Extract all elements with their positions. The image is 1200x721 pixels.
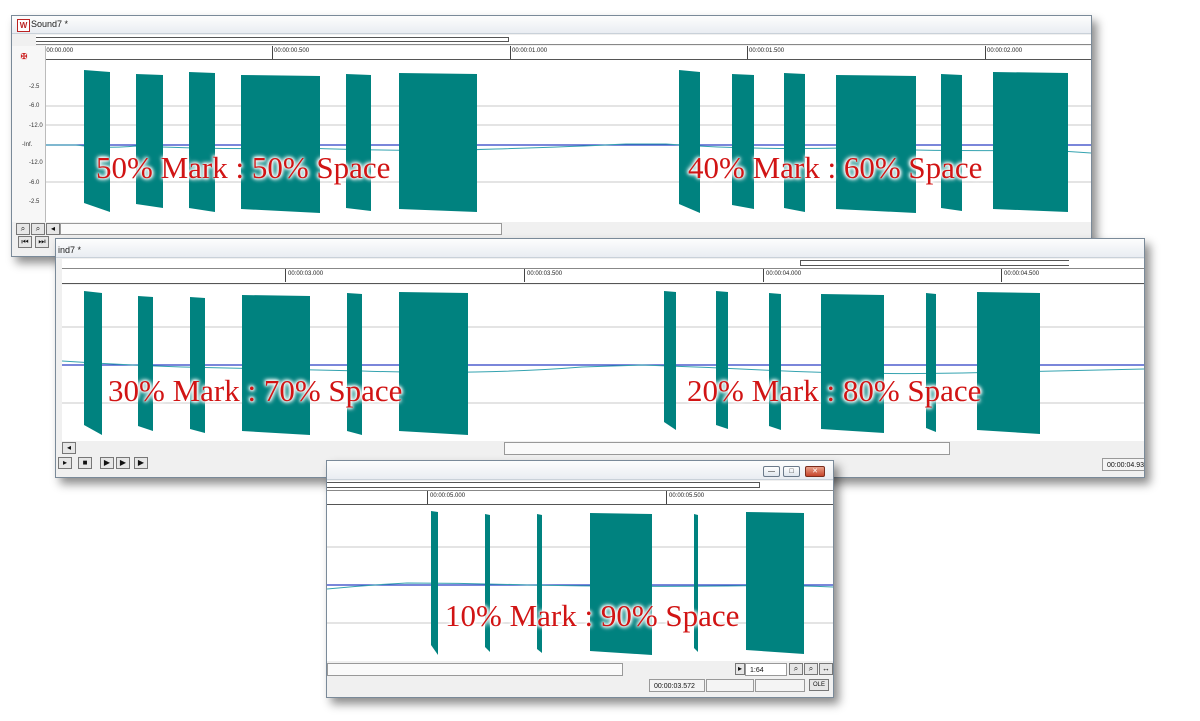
cursor-time-readout: 00:00:04.93 [1102, 458, 1144, 471]
waveform-area[interactable] [327, 505, 833, 661]
play-icon[interactable]: ▸ [58, 457, 72, 469]
play-selection-icon[interactable]: ▶ [100, 457, 114, 469]
db-scale: ✠ -2.5 -6.0 -12.0 -Inf. -12.0 -6.0 -2.5 [12, 46, 46, 222]
time-label: 00:00:02.000 [987, 48, 1023, 54]
zoom-fit-icon[interactable]: ↔ [819, 663, 833, 675]
db-label: -6.0 [29, 180, 40, 186]
duty-cycle-caption: 20% Mark : 80% Space [687, 373, 982, 408]
time-label: 00:00:00.500 [274, 48, 310, 54]
close-button[interactable]: ✕ [805, 466, 825, 477]
horizontal-scrollbar[interactable] [327, 663, 623, 676]
status-panel [755, 679, 805, 692]
db-label: -Inf. [22, 142, 33, 148]
window-1-titlebar[interactable]: W Sound7 * [12, 16, 1091, 34]
zoom-in-icon[interactable]: ⌕ [804, 663, 818, 675]
play-cursor-icon[interactable]: ▶ [134, 457, 148, 469]
app-icon: W [17, 19, 30, 32]
zoom-arrow-icon[interactable]: ▸ [735, 663, 745, 675]
zoom-icon[interactable]: ⌕ [16, 223, 30, 235]
time-ruler[interactable]: 00:00:03.000 00:00:03.500 00:00:04.000 0… [62, 269, 1144, 284]
waveform-svg [327, 511, 833, 655]
db-label: -2.5 [29, 199, 40, 205]
window-3-titlebar[interactable]: — □ ✕ [327, 461, 833, 480]
window-2-title: ind7 * [58, 245, 82, 255]
scroll-left-icon[interactable]: ◂ [46, 223, 60, 235]
time-label: 00:00:05.000 [430, 493, 466, 499]
sound-window-2: ind7 * 00:00:03.000 00:00:03.500 00:00:0… [55, 238, 1145, 478]
horizontal-scrollbar[interactable] [60, 223, 502, 235]
time-label: 00:00:04.500 [1004, 271, 1040, 277]
waveform-svg [62, 291, 1144, 435]
sound-window-3: — □ ✕ 00:00:05.000 00:00:05.500 10% Mark… [326, 460, 834, 698]
cursor-time-readout: 00:00:03.572 [649, 679, 705, 692]
overview-bar[interactable] [36, 35, 1091, 45]
go-end-icon[interactable]: ⏭ [35, 236, 49, 248]
scroll-left-icon[interactable]: ◂ [62, 442, 76, 454]
sound-window-1: W Sound7 * 00:00:00.000 00:00:00.500 00:… [11, 15, 1092, 257]
time-ruler[interactable]: 00:00:00.000 00:00:00.500 00:00:01.000 0… [36, 46, 1091, 60]
waveform-area[interactable] [62, 285, 1144, 441]
time-label: 00:00:03.500 [527, 271, 563, 277]
db-label: -12.0 [29, 160, 43, 166]
stop-icon[interactable]: ■ [78, 457, 92, 469]
marker-icon[interactable]: ✠ [18, 52, 30, 64]
go-start-icon[interactable]: ⏮ [18, 236, 32, 248]
overview-bar[interactable] [327, 481, 833, 491]
time-label: 00:00:01.500 [749, 48, 785, 54]
waveform-svg [46, 70, 1091, 213]
time-label: 00:00:01.000 [512, 48, 548, 54]
window-1-title: Sound7 * [31, 19, 69, 29]
time-label: 00:00:05.500 [669, 493, 705, 499]
minimize-button[interactable]: — [763, 466, 780, 477]
db-label: -12.0 [29, 123, 43, 129]
horizontal-scrollbar[interactable] [504, 442, 950, 455]
overview-bar[interactable] [62, 259, 1144, 269]
maximize-button[interactable]: □ [783, 466, 800, 477]
window-2-titlebar[interactable]: ind7 * [56, 239, 1144, 258]
time-label: 00:00:03.000 [288, 271, 324, 277]
waveform-area[interactable] [46, 60, 1091, 222]
time-ruler[interactable]: 00:00:05.000 00:00:05.500 [327, 491, 833, 505]
duty-cycle-caption: 50% Mark : 50% Space [96, 150, 391, 185]
status-panel [706, 679, 754, 692]
ole-button[interactable]: OLE [809, 679, 829, 691]
duty-cycle-caption: 10% Mark : 90% Space [445, 598, 740, 633]
duty-cycle-caption: 30% Mark : 70% Space [108, 373, 403, 408]
play-loop-icon[interactable]: ▶ [116, 457, 130, 469]
zoom-in-icon[interactable]: ⌕ [31, 223, 45, 235]
db-label: -2.5 [29, 84, 40, 90]
duty-cycle-caption: 40% Mark : 60% Space [688, 150, 983, 185]
time-label: 00:00:04.000 [766, 271, 802, 277]
zoom-level[interactable]: 1:64 [745, 663, 787, 676]
db-label: -6.0 [29, 103, 40, 109]
zoom-out-icon[interactable]: ⌕ [789, 663, 803, 675]
